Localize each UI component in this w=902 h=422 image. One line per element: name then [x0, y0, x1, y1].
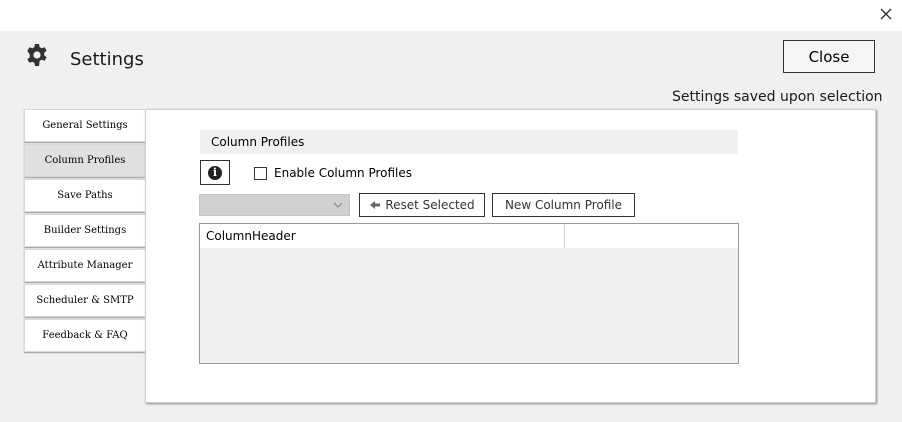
tab-attribute-manager[interactable]: Attribute Manager [24, 249, 145, 282]
new-column-profile-button[interactable]: New Column Profile [492, 193, 635, 217]
section-title: Column Profiles [200, 130, 738, 154]
back-arrow-icon [370, 201, 381, 209]
tab-save-paths[interactable]: Save Paths [24, 179, 145, 212]
column-profile-grid[interactable]: ColumnHeader [199, 223, 739, 364]
tab-builder-settings[interactable]: Builder Settings [24, 214, 145, 247]
tab-column-profiles[interactable]: Column Profiles [24, 144, 145, 177]
grid-column-header[interactable]: ColumnHeader [200, 224, 565, 248]
enable-column-profiles-row: Enable Column Profiles [254, 166, 412, 180]
enable-column-profiles-checkbox[interactable] [254, 166, 267, 180]
close-icon[interactable] [878, 6, 894, 22]
settings-header: Settings Close [0, 31, 902, 83]
grid-column-header-empty[interactable] [565, 224, 738, 248]
tab-scheduler-smtp[interactable]: Scheduler & SMTP [24, 284, 145, 317]
close-button[interactable]: Close [783, 40, 875, 73]
info-icon: i [208, 165, 222, 180]
reset-selected-label: Reset Selected [385, 198, 475, 212]
chevron-down-icon [333, 202, 343, 208]
saved-status-text: Settings saved upon selection [672, 89, 883, 105]
page-title: Settings [70, 49, 144, 70]
column-profiles-panel: Column Profiles i Enable Column Profiles… [145, 109, 876, 403]
profile-select[interactable] [199, 194, 350, 216]
settings-tabs: General Settings Column Profiles Save Pa… [24, 109, 145, 354]
gear-icon [27, 44, 47, 66]
info-button[interactable]: i [200, 160, 230, 185]
tab-general-settings[interactable]: General Settings [24, 109, 145, 142]
tab-feedback-faq[interactable]: Feedback & FAQ [24, 319, 145, 352]
window-titlebar [0, 0, 902, 31]
reset-selected-button[interactable]: Reset Selected [359, 193, 485, 217]
grid-header-row: ColumnHeader [200, 224, 738, 249]
enable-column-profiles-label[interactable]: Enable Column Profiles [274, 166, 412, 180]
